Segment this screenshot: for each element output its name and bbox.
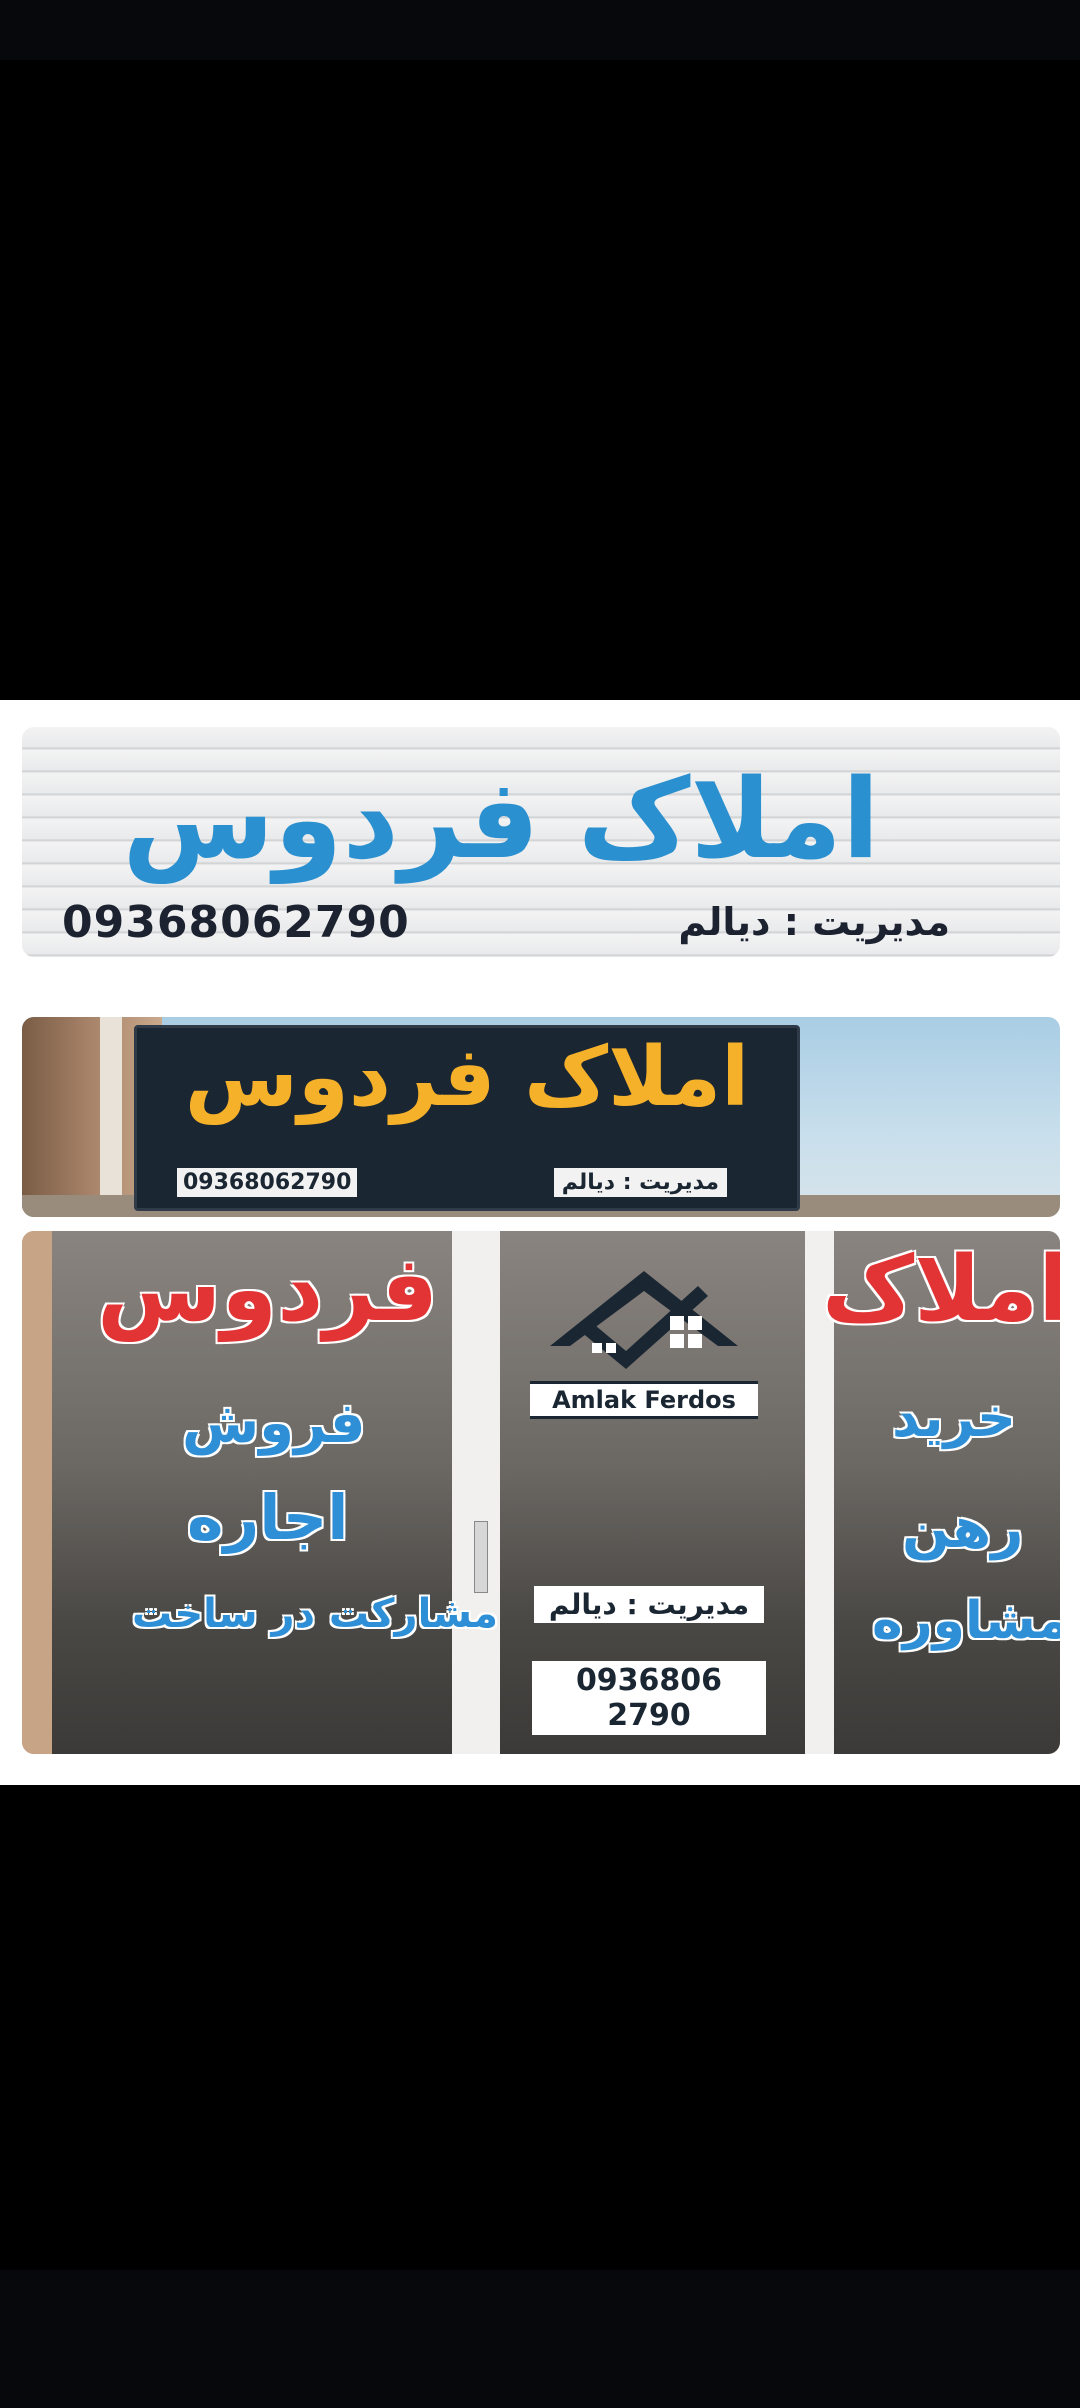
- sign-panel-top: املاک فردوس 09368062790 مدیریت : دیالم: [22, 727, 1060, 957]
- storefront-sign-manager: مدیریت : دیالم: [553, 1168, 727, 1197]
- status-bar-area: [0, 0, 1080, 60]
- pillar: [100, 1017, 122, 1217]
- service-label: فروش: [182, 1391, 366, 1456]
- windows-panel: فردوس املاک فروش اجاره مشارکت در ساخت خر…: [22, 1231, 1060, 1754]
- window-frame-left: [22, 1231, 52, 1754]
- logo-caption: Amlak Ferdos: [530, 1381, 758, 1419]
- house-logo-icon: [550, 1271, 738, 1369]
- window-heading-right: املاک: [822, 1237, 1060, 1342]
- service-label: خرید: [892, 1386, 1016, 1449]
- window-manager: مدیریت : دیالم: [534, 1586, 764, 1623]
- window-mullion: [452, 1231, 500, 1754]
- service-label: اجاره: [187, 1481, 349, 1554]
- sign-manager: مدیریت : دیالم: [678, 900, 950, 944]
- storefront-panel: املاک فردوس 09368062790 مدیریت : دیالم: [22, 1017, 1060, 1217]
- service-label: رهن: [902, 1496, 1024, 1561]
- door-handle: [474, 1521, 488, 1593]
- sign-title: املاک فردوس: [122, 755, 880, 883]
- logo: Amlak Ferdos: [530, 1261, 758, 1421]
- window-heading-left: فردوس: [97, 1237, 439, 1342]
- service-label: مشاوره: [872, 1591, 1060, 1651]
- service-label: مشارکت در ساخت: [132, 1591, 499, 1637]
- storefront-sign: املاک فردوس 09368062790 مدیریت : دیالم: [134, 1025, 800, 1211]
- window-phone: 0936806 2790: [532, 1661, 766, 1735]
- storefront-sign-phone: 09368062790: [177, 1168, 358, 1197]
- navigation-bar-area: [0, 2270, 1080, 2408]
- photo-collage: املاک فردوس 09368062790 مدیریت : دیالم ا…: [0, 700, 1080, 1785]
- sign-phone: 09368062790: [62, 897, 410, 948]
- storefront-sign-title: املاک فردوس: [184, 1030, 750, 1125]
